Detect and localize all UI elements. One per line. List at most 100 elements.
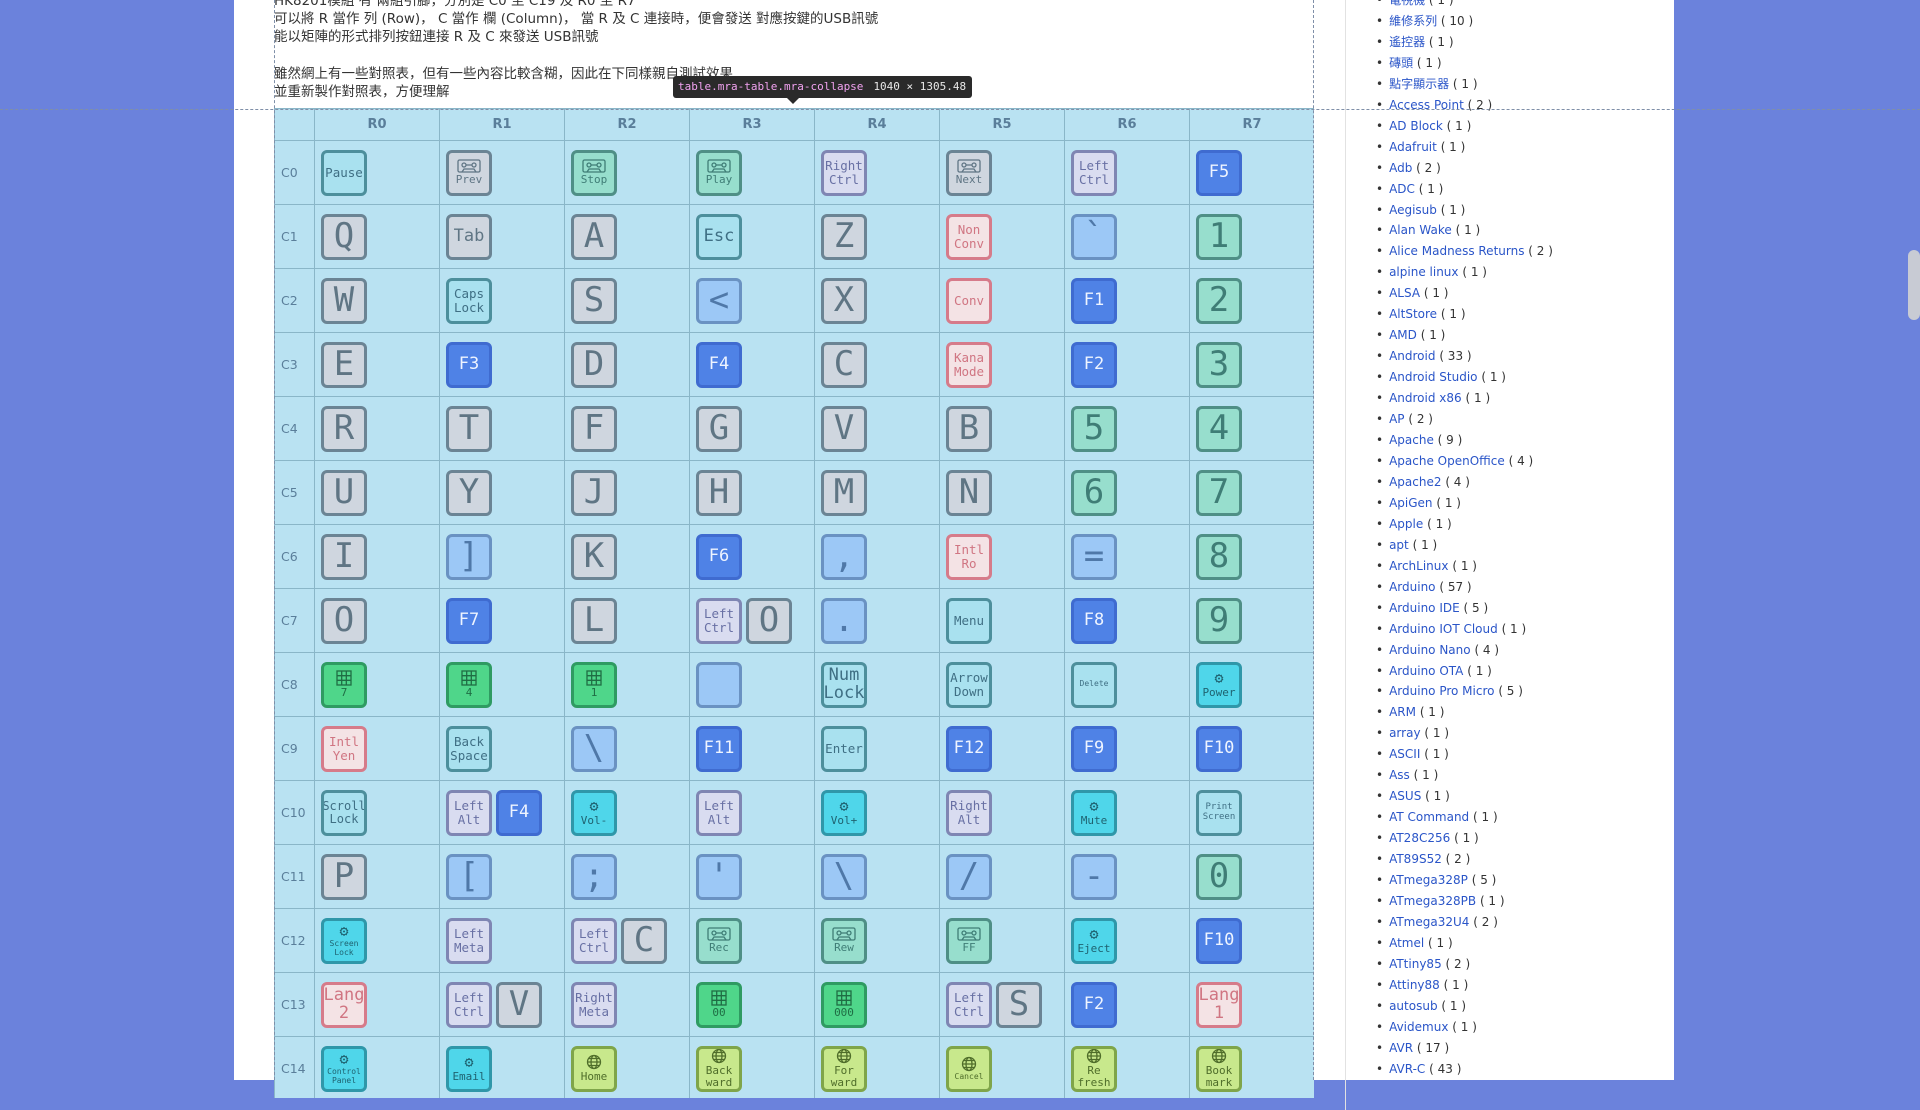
key-cell-content: Pause <box>315 142 439 204</box>
key-cell: Menu <box>939 588 1065 653</box>
row-label: C5 <box>274 460 315 525</box>
key-cap: J <box>571 469 617 516</box>
key-label: F2 <box>1083 993 1105 1014</box>
label-count: ( 1 ) <box>1501 621 1527 636</box>
devtools-guide-horizontal <box>0 109 1920 110</box>
key-cell-content: 6 <box>1065 462 1189 524</box>
label-link[interactable]: Aegisub <box>1389 203 1437 217</box>
key-cap: Q <box>321 213 367 260</box>
label-link[interactable]: apt <box>1389 538 1409 552</box>
key-cell: N <box>939 460 1065 525</box>
label-list-item: AT89S52 ( 2 ) <box>1376 849 1645 870</box>
label-link[interactable]: Avidemux <box>1389 1020 1448 1034</box>
label-link[interactable]: AD Block <box>1389 119 1443 133</box>
label-link[interactable]: AP <box>1389 412 1404 426</box>
key-cell: Z <box>814 204 940 269</box>
label-link[interactable]: Arduino OTA <box>1389 664 1463 678</box>
tooltip-selector: table.mra-table.mra-collapse <box>678 80 864 93</box>
key-cap: / <box>946 853 992 900</box>
label-link[interactable]: ApiGen <box>1389 496 1432 510</box>
label-link[interactable]: alpine linux <box>1389 265 1458 279</box>
key-cell: ⚙ Vol- <box>564 780 690 845</box>
key-cell: 7 <box>314 652 440 717</box>
key-cap: Enter <box>821 725 867 772</box>
label-link[interactable]: Arduino Nano <box>1389 643 1471 657</box>
label-link[interactable]: Adafruit <box>1389 140 1437 154</box>
row-label: C14 <box>274 1036 315 1098</box>
row-label: C10 <box>274 780 315 845</box>
label-link[interactable]: Arduino IDE <box>1389 601 1460 615</box>
label-link[interactable]: Android Studio <box>1389 370 1477 384</box>
key-label: G <box>708 407 730 448</box>
label-link[interactable]: AVR <box>1389 1041 1413 1055</box>
label-link[interactable]: ALSA <box>1389 286 1420 300</box>
key-cap: W <box>321 277 367 324</box>
label-link[interactable]: ArchLinux <box>1389 559 1448 573</box>
key-cap: L <box>571 597 617 644</box>
label-link[interactable]: AT89S52 <box>1389 852 1442 866</box>
label-link[interactable]: ASCII <box>1389 747 1420 761</box>
key-label: Back ward <box>705 1064 733 1089</box>
key-label: Arrow Down <box>950 670 988 699</box>
label-link[interactable]: 維修系列 <box>1389 14 1437 28</box>
key-cell-content: \ <box>815 846 939 908</box>
label-link[interactable]: AltStore <box>1389 307 1437 321</box>
label-link[interactable]: array <box>1389 726 1420 740</box>
key-cell-content: F11 <box>690 718 814 780</box>
label-list-item: ATmega328PB ( 1 ) <box>1376 891 1645 912</box>
key-label: Z <box>833 215 855 256</box>
label-link[interactable]: 電視機 <box>1389 0 1425 7</box>
label-link[interactable]: autosub <box>1389 999 1437 1013</box>
label-count: ( 1 ) <box>1440 307 1466 322</box>
table-row: C13 Lang 2 Left Ctrl V Right Meta 00 000 Left C… <box>274 972 1314 1037</box>
label-link[interactable]: AT Command <box>1389 810 1469 824</box>
label-link[interactable]: 點字顯示器 <box>1389 77 1449 91</box>
label-link[interactable]: ATmega328PB <box>1389 894 1476 908</box>
table-row: C7 O F7 L Left Ctrl O. Menu F8 9 <box>274 588 1314 653</box>
key-cap: ⚙ Mute <box>1071 789 1117 836</box>
key-cap: Prev <box>446 149 492 196</box>
intro-line: 可以將 R 當作 列 (Row)， C 當作 欄 (Column)， 當 R 及… <box>274 11 879 28</box>
label-link[interactable]: Arduino IOT Cloud <box>1389 622 1498 636</box>
label-link[interactable]: Attiny88 <box>1389 978 1440 992</box>
label-link[interactable]: Alice Madness Returns <box>1389 244 1524 258</box>
label-link[interactable]: Apache2 <box>1389 475 1441 489</box>
label-link[interactable]: AT28C256 <box>1389 831 1450 845</box>
key-cell: \ <box>814 844 940 909</box>
label-list-item: AltStore ( 1 ) <box>1376 304 1645 325</box>
key-cell: F9 <box>1064 716 1190 781</box>
label-link[interactable]: AMD <box>1389 328 1417 342</box>
label-link[interactable]: Atmel <box>1389 936 1424 950</box>
label-count: ( 1 ) <box>1465 391 1491 406</box>
table-row: C0 Pause Prev Stop Play Right Ctrl Next Left Ct… <box>274 140 1314 205</box>
label-link[interactable]: 遙控器 <box>1389 35 1425 49</box>
label-link[interactable]: Apache <box>1389 433 1434 447</box>
key-cell: F12 <box>939 716 1065 781</box>
key-label: 7 <box>1208 471 1230 512</box>
label-link[interactable]: ASUS <box>1389 789 1421 803</box>
row-label: C4 <box>274 396 315 461</box>
label-link[interactable]: Arduino <box>1389 580 1435 594</box>
label-link[interactable]: ADC <box>1389 182 1415 196</box>
label-link[interactable]: Apple <box>1389 517 1423 531</box>
label-list-item: Arduino IDE ( 5 ) <box>1376 598 1645 619</box>
label-link[interactable]: Android x86 <box>1389 391 1462 405</box>
label-link[interactable]: 磚頭 <box>1389 56 1413 70</box>
label-link[interactable]: ATtiny85 <box>1389 957 1442 971</box>
devtools-element-tooltip: table.mra-table.mra-collapse 1040 × 1305.… <box>673 76 973 104</box>
key-cell: C <box>814 332 940 397</box>
label-link[interactable]: ATmega328P <box>1389 873 1468 887</box>
label-link[interactable]: AVR-C <box>1389 1062 1425 1076</box>
label-link[interactable]: Ass <box>1389 768 1410 782</box>
key-label: 9 <box>1208 599 1230 640</box>
scrollbar-thumb[interactable] <box>1908 250 1920 320</box>
label-link[interactable]: Arduino Pro Micro <box>1389 684 1494 698</box>
label-link[interactable]: Adb <box>1389 161 1412 175</box>
key-label: Prev <box>455 173 483 187</box>
label-link[interactable]: ATmega32U4 <box>1389 915 1469 929</box>
label-link[interactable]: Alan Wake <box>1389 223 1452 237</box>
key-label: Screen Lock <box>329 939 359 957</box>
label-link[interactable]: Apache OpenOffice <box>1389 454 1505 468</box>
label-link[interactable]: Android <box>1389 349 1435 363</box>
label-link[interactable]: ARM <box>1389 705 1416 719</box>
